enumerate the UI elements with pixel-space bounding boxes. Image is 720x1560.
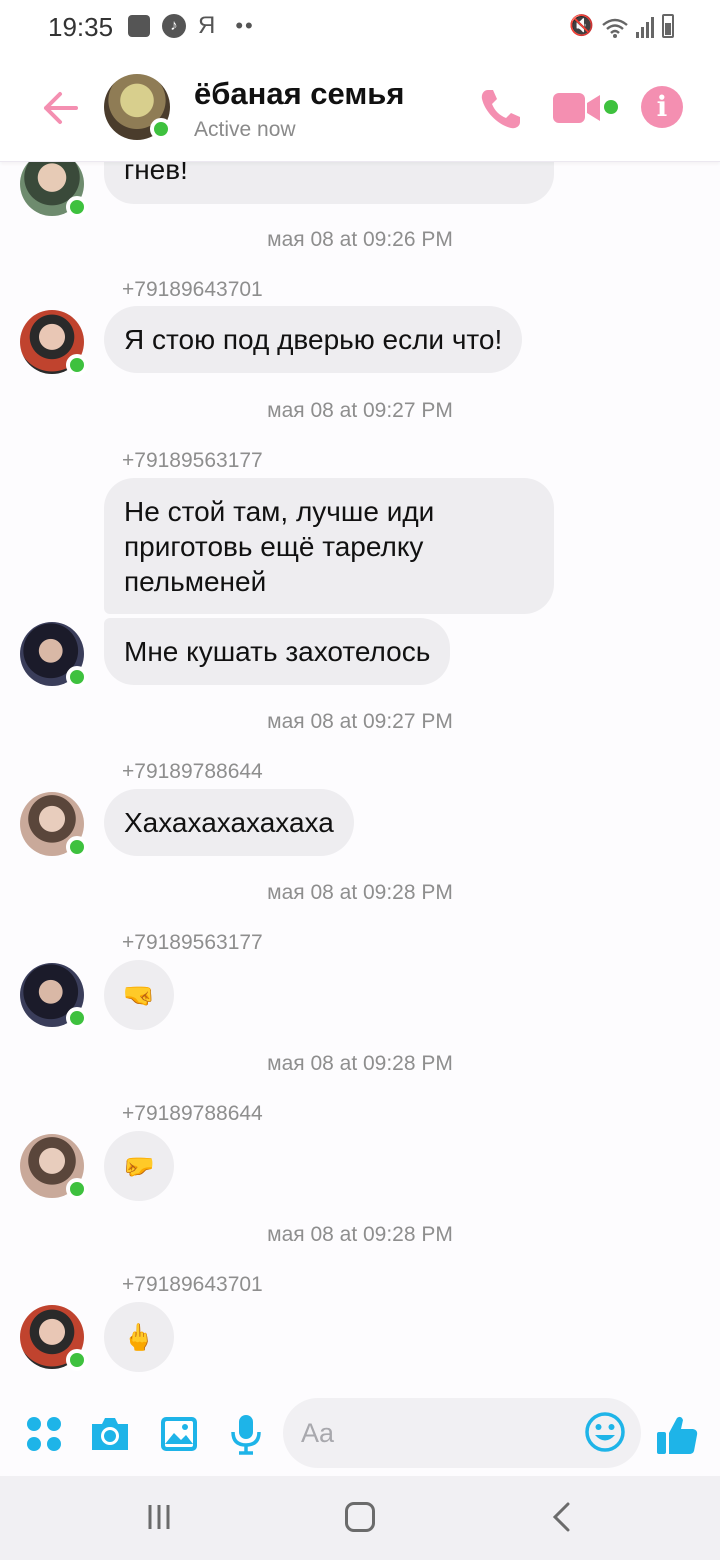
chat-header: ёбаная семья Active now i: [0, 56, 720, 162]
sender-phone: +79189563177: [122, 931, 263, 954]
notification-icons: ♪ Я ••: [128, 14, 255, 38]
message-timestamp: мая 08 at 09:28 PM: [267, 1223, 453, 1246]
emoji-message[interactable]: 🤜: [104, 960, 174, 1030]
sender-avatar[interactable]: [20, 1134, 88, 1200]
emoji-message[interactable]: 🖕: [104, 1302, 174, 1372]
back-arrow-icon[interactable]: [40, 88, 80, 128]
status-time: 19:35: [48, 12, 114, 42]
message-text: гнев!: [124, 162, 188, 185]
message-text: Я стою под дверью если что!: [124, 324, 503, 355]
sender-phone: +79189643701: [122, 1273, 263, 1296]
sender-avatar[interactable]: [20, 792, 88, 858]
message-timestamp: мая 08 at 09:28 PM: [267, 881, 453, 904]
battery-icon: [662, 14, 674, 38]
system-nav-bar: [0, 1476, 720, 1560]
message-bubble[interactable]: Мне кушать захотелось: [104, 618, 451, 685]
online-indicator: [150, 118, 172, 140]
message-composer: Aa: [0, 1398, 720, 1474]
message-bubble[interactable]: гнев!: [104, 162, 554, 204]
online-indicator: [66, 354, 88, 376]
message-text: Не стой там, лучше иди приготовь ещё тар…: [124, 496, 435, 597]
message-timestamp: мая 08 at 09:27 PM: [267, 399, 453, 422]
video-call-icon[interactable]: [552, 90, 602, 126]
sender-phone: +79189563177: [122, 449, 263, 472]
sender-phone: +79189788644: [122, 760, 263, 783]
message-timestamp: мая 08 at 09:28 PM: [267, 1052, 453, 1075]
thumbs-up-icon[interactable]: [654, 1412, 700, 1458]
phone-call-icon[interactable]: [478, 86, 524, 132]
message-input-placeholder: Aa: [301, 1418, 335, 1448]
sender-phone: +79189788644: [122, 1102, 263, 1125]
chat-title[interactable]: ёбаная семья: [194, 76, 404, 112]
online-indicator: [66, 666, 88, 688]
yandex-notification-icon: Я: [198, 12, 216, 39]
message-bubble[interactable]: Я стою под дверью если что!: [104, 306, 523, 373]
apps-icon[interactable]: [22, 1412, 66, 1456]
gallery-notification-icon: [128, 15, 150, 37]
recent-apps-icon[interactable]: [146, 1504, 172, 1530]
chat-status: Active now: [194, 118, 296, 141]
nav-back-icon[interactable]: [550, 1502, 574, 1532]
online-indicator: [66, 836, 88, 858]
group-avatar[interactable]: [104, 74, 172, 140]
sender-avatar[interactable]: [20, 1305, 88, 1371]
emoji-message[interactable]: 🤛: [104, 1131, 174, 1201]
system-icons: 🔇: [569, 14, 674, 38]
status-bar: 19:35 ♪ Я •• 🔇: [0, 0, 720, 56]
music-notification-icon: ♪: [162, 14, 186, 38]
sender-avatar[interactable]: [20, 162, 88, 218]
online-indicator: [66, 196, 88, 218]
emoji-icon[interactable]: [583, 1410, 627, 1454]
message-bubble[interactable]: Хахахахахахаха: [104, 789, 354, 856]
sender-phone: +79189643701: [122, 278, 263, 301]
message-timestamp: мая 08 at 09:27 PM: [267, 710, 453, 733]
message-timestamp: мая 08 at 09:26 PM: [267, 228, 453, 251]
sender-avatar[interactable]: [20, 622, 88, 688]
online-indicator: [66, 1007, 88, 1029]
sender-avatar[interactable]: [20, 963, 88, 1029]
info-icon[interactable]: i: [641, 86, 683, 128]
sender-avatar[interactable]: [20, 310, 88, 376]
message-text: Мне кушать захотелось: [124, 636, 431, 667]
signal-icon: [636, 16, 654, 38]
gallery-icon[interactable]: [157, 1412, 201, 1456]
message-text: Хахахахахахаха: [124, 807, 334, 838]
message-bubble[interactable]: Не стой там, лучше иди приготовь ещё тар…: [104, 478, 554, 614]
wifi-icon: [602, 18, 628, 38]
message-input[interactable]: Aa: [283, 1398, 641, 1468]
microphone-icon[interactable]: [224, 1412, 268, 1456]
camera-icon[interactable]: [88, 1412, 132, 1456]
online-indicator: [66, 1349, 88, 1371]
more-notifications-icon: ••: [235, 13, 255, 38]
video-online-indicator: [604, 100, 618, 114]
message-list[interactable]: гнев! мая 08 at 09:26 PM +79189643701 Я …: [0, 162, 720, 1398]
online-indicator: [66, 1178, 88, 1200]
home-icon[interactable]: [345, 1502, 375, 1532]
mute-icon: 🔇: [569, 15, 594, 37]
